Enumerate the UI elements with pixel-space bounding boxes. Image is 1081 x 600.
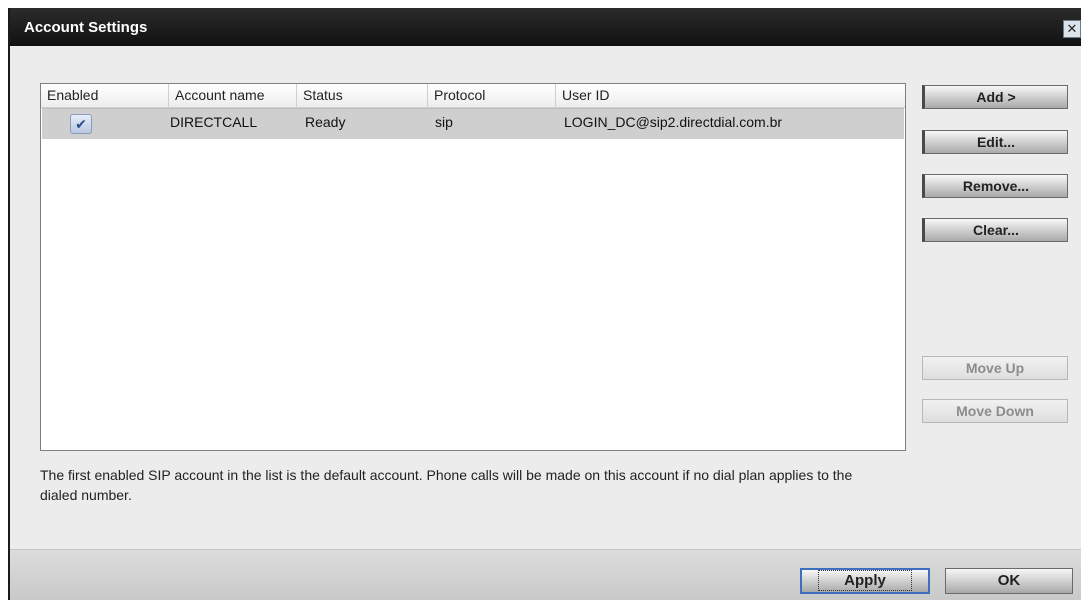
enabled-checkbox[interactable]: ✔ <box>70 114 92 134</box>
table-header: Enabled Account name Status Protocol Use… <box>41 84 905 108</box>
column-header-enabled[interactable]: Enabled <box>41 84 169 107</box>
column-header-account-name[interactable]: Account name <box>169 84 297 107</box>
user-id-cell: LOGIN_DC@sip2.directdial.com.br <box>564 114 783 130</box>
column-header-user-id[interactable]: User ID <box>556 84 907 107</box>
move-down-button[interactable]: Move Down <box>922 399 1068 423</box>
title-bar[interactable]: Account Settings ✕ <box>10 8 1081 46</box>
window-title: Account Settings <box>24 19 148 36</box>
accounts-table[interactable]: Enabled Account name Status Protocol Use… <box>40 83 906 451</box>
status-cell: Ready <box>305 114 346 130</box>
edit-button[interactable]: Edit... <box>922 130 1068 154</box>
move-up-button[interactable]: Move Up <box>922 356 1068 380</box>
apply-button-label: Apply <box>818 570 912 591</box>
table-row[interactable]: ✔ DIRECTCALL Ready sip LOGIN_DC@sip2.dir… <box>42 108 904 139</box>
column-header-protocol[interactable]: Protocol <box>428 84 556 107</box>
account-settings-window: Account Settings ✕ Enabled Account name … <box>8 8 1081 600</box>
info-text: The first enabled SIP account in the lis… <box>40 467 853 503</box>
remove-button[interactable]: Remove... <box>922 174 1068 198</box>
column-header-status[interactable]: Status <box>297 84 428 107</box>
clear-button[interactable]: Clear... <box>922 218 1068 242</box>
add-button[interactable]: Add > <box>922 85 1068 109</box>
account-name-cell: DIRECTCALL <box>170 114 258 130</box>
apply-button[interactable]: Apply <box>800 568 930 594</box>
protocol-cell: sip <box>435 114 453 130</box>
ok-button[interactable]: OK <box>945 568 1073 594</box>
close-icon[interactable]: ✕ <box>1063 20 1081 38</box>
